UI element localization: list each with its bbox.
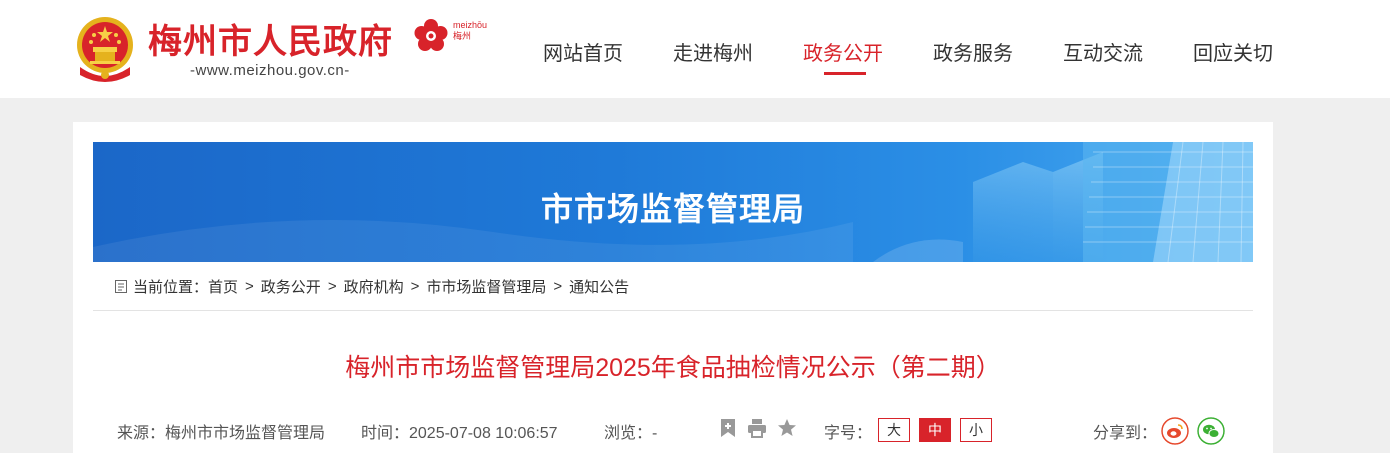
breadcrumb-divider xyxy=(93,310,1253,311)
breadcrumb-market-regulation-bureau[interactable]: 市市场监督管理局 xyxy=(426,276,546,297)
banner-title: 市市场监督管理局 xyxy=(540,190,805,228)
breadcrumb: 当前位置： 首页 > 政务公开 > 政府机构 > 市市场监督管理局 > 通知公告 xyxy=(115,276,629,296)
font-size-large-button[interactable]: 大 xyxy=(878,418,910,442)
wechat-icon[interactable] xyxy=(1197,417,1225,445)
logo-text-chinese: 梅州 xyxy=(453,31,472,41)
article-views: 浏览：- xyxy=(604,425,658,442)
star-icon[interactable] xyxy=(777,418,797,438)
breadcrumb-government-affairs[interactable]: 政务公开 xyxy=(261,276,321,297)
site-header: 梅州市人民政府 -www.meizhou.gov.cn- meizhōu 梅州 … xyxy=(0,0,1390,98)
national-emblem-icon xyxy=(77,17,133,82)
nav-item-government-affairs[interactable]: 政务公开 xyxy=(778,0,908,98)
main-nav: 网站首页 走进梅州 政务公开 政务服务 互动交流 回应关切 xyxy=(518,0,1298,98)
nav-item-interaction[interactable]: 互动交流 xyxy=(1038,0,1168,98)
nav-item-about-meizhou[interactable]: 走进梅州 xyxy=(648,0,778,98)
article-time: 时间：2025-07-08 10:06:57 xyxy=(361,425,558,442)
location-document-icon xyxy=(115,279,127,293)
logo-text-pinyin: meizhōu xyxy=(453,20,488,30)
breadcrumb-government-agencies[interactable]: 政府机构 xyxy=(344,276,404,297)
weibo-icon[interactable] xyxy=(1161,417,1189,445)
nav-item-government-services[interactable]: 政务服务 xyxy=(908,0,1038,98)
breadcrumb-prefix: 当前位置： xyxy=(133,278,209,296)
breadcrumb-notices[interactable]: 通知公告 xyxy=(569,276,629,297)
article-source: 来源：梅州市市场监督管理局 xyxy=(117,425,326,442)
nav-item-home[interactable]: 网站首页 xyxy=(518,0,648,98)
breadcrumb-home[interactable]: 首页 xyxy=(208,276,238,297)
site-url: -www.meizhou.gov.cn- xyxy=(190,62,350,79)
font-size-small-button[interactable]: 小 xyxy=(960,418,992,442)
breadcrumb-separator: > xyxy=(245,277,254,295)
bookmark-icon[interactable] xyxy=(718,418,738,438)
print-icon[interactable] xyxy=(747,418,767,438)
breadcrumb-separator: > xyxy=(553,277,563,295)
nav-item-responses[interactable]: 回应关切 xyxy=(1168,0,1298,98)
content-card: 市市场监督管理局 当前位置： 首页 > 政务公开 > 政府机构 > 市市场监督管… xyxy=(73,122,1273,453)
site-title[interactable]: 梅州市人民政府 xyxy=(148,14,393,63)
meizhou-logo-text: meizhōu 梅州 xyxy=(453,20,487,42)
meizhou-flower-logo-icon xyxy=(414,19,448,51)
breadcrumb-separator: > xyxy=(410,277,420,295)
share-label: 分享到： xyxy=(1093,425,1158,442)
font-size-medium-button[interactable]: 中 xyxy=(919,418,951,442)
font-size-label: 字号： xyxy=(824,425,873,442)
breadcrumb-separator: > xyxy=(327,277,337,295)
article-title: 梅州市市场监督管理局2025年食品抽检情况公示（第二期） xyxy=(345,354,1001,382)
department-banner: 市市场监督管理局 xyxy=(93,142,1253,262)
